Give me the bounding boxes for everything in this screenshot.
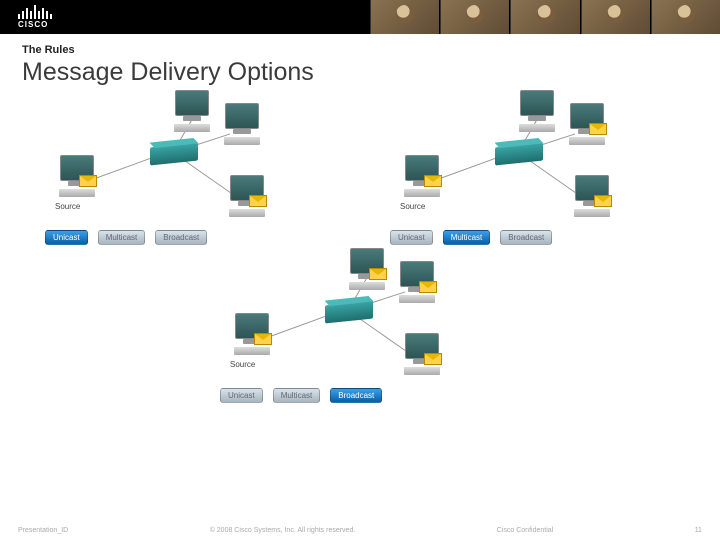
envelope-icon [589,123,607,135]
pill-unicast[interactable]: Unicast [390,230,433,245]
pill-row: Unicast Multicast Broadcast [45,230,207,245]
pill-multicast[interactable]: Multicast [443,230,491,245]
computer-target [345,248,389,290]
pill-unicast[interactable]: Unicast [220,388,263,403]
logo-text: CISCO [18,20,170,29]
source-label: Source [55,202,80,211]
envelope-icon [254,333,272,345]
diagrams-area: Source Unicast Multicast Broadcast Sourc… [0,100,720,500]
computer-target [220,103,264,145]
source-label: Source [230,360,255,369]
cisco-logo: CISCO [0,0,170,34]
computer-source [55,155,99,197]
pill-unicast[interactable]: Unicast [45,230,88,245]
switch-icon [495,142,543,165]
computer-target [395,261,439,303]
envelope-icon [594,195,612,207]
envelope-icon [424,353,442,365]
envelope-icon [369,268,387,280]
slide-title: Message Delivery Options [22,58,698,87]
footer-left: Presentation_ID [18,527,68,534]
computer-target [515,90,559,132]
footer-right: Cisco Confidential [497,527,553,534]
computer-source [230,313,274,355]
pill-broadcast[interactable]: Broadcast [500,230,552,245]
cisco-bars-icon [18,5,170,19]
source-label: Source [400,202,425,211]
computer-source [400,155,444,197]
computer-target [170,90,214,132]
footer: Presentation_ID © 2008 Cisco Systems, In… [0,527,720,534]
envelope-icon [249,195,267,207]
computer-target [225,175,269,217]
pill-row: Unicast Multicast Broadcast [220,388,382,403]
footer-center: © 2008 Cisco Systems, Inc. All rights re… [210,527,356,534]
pill-multicast[interactable]: Multicast [98,230,146,245]
switch-icon [325,300,373,323]
slide-pretitle: The Rules [22,44,698,56]
pill-multicast[interactable]: Multicast [273,388,321,403]
pill-broadcast[interactable]: Broadcast [155,230,207,245]
envelope-icon [424,175,442,187]
header-photo [581,0,650,34]
header-photo [440,0,509,34]
computer-target [570,175,614,217]
header-photo [651,0,720,34]
header-band: CISCO [0,0,720,34]
envelope-icon [79,175,97,187]
header-photo-strip [170,0,720,34]
pill-broadcast[interactable]: Broadcast [330,388,382,403]
pill-row: Unicast Multicast Broadcast [390,230,552,245]
content-area: The Rules Message Delivery Options [22,44,698,87]
envelope-icon [419,281,437,293]
header-photo [510,0,579,34]
switch-icon [150,142,198,165]
footer-page: 11 [695,527,702,534]
computer-target [400,333,444,375]
computer-target [565,103,609,145]
header-photo [370,0,439,34]
